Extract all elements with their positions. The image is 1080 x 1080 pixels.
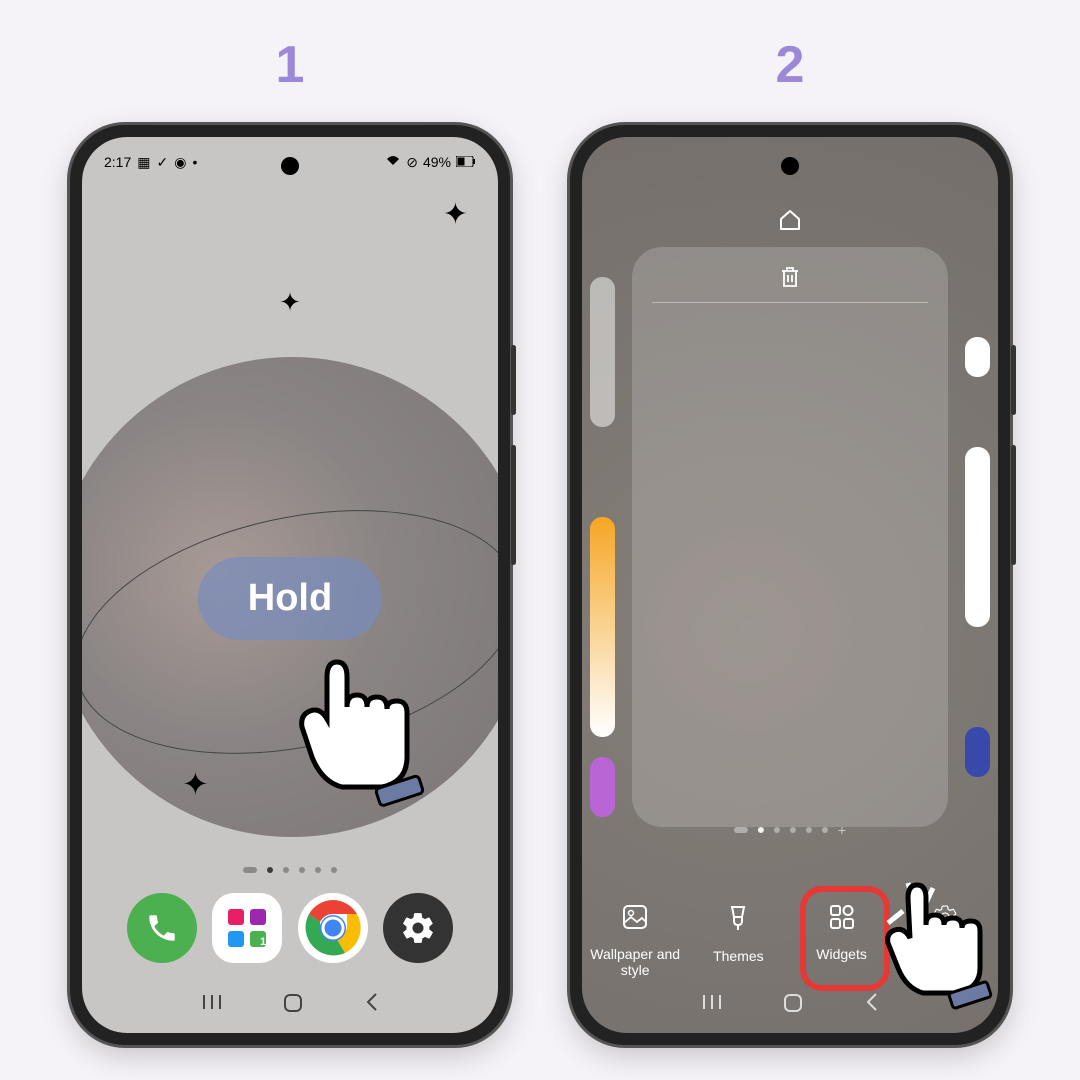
sparkle-icon: ✦ bbox=[443, 197, 468, 232]
themes-label: Themes bbox=[713, 948, 764, 964]
picture-icon bbox=[621, 903, 649, 938]
dot bbox=[790, 827, 796, 833]
themes-button[interactable]: Themes bbox=[688, 903, 788, 978]
phone-frame-2: + Wallpaper and style Themes bbox=[570, 125, 1010, 1045]
edit-home-screen[interactable]: + Wallpaper and style Themes bbox=[582, 137, 998, 1033]
dot bbox=[315, 867, 321, 873]
settings-app-icon[interactable] bbox=[383, 893, 453, 963]
camera-hole bbox=[281, 157, 299, 175]
side-button bbox=[1011, 445, 1016, 565]
step-number-2: 2 bbox=[776, 35, 805, 95]
chrome-app-icon[interactable] bbox=[298, 893, 368, 963]
dot bbox=[734, 827, 748, 833]
phone-frame-1: 2:17 ▦ ✓ ◉ • ⊘ 49% bbox=[70, 125, 510, 1045]
no-signal-icon: ⊘ bbox=[406, 154, 418, 171]
dot bbox=[331, 867, 337, 873]
home-button[interactable] bbox=[781, 991, 805, 1021]
back-button[interactable] bbox=[364, 991, 380, 1021]
side-button bbox=[511, 345, 516, 415]
add-page-icon[interactable]: + bbox=[838, 822, 846, 838]
page-preview-right[interactable] bbox=[965, 447, 990, 627]
dock: 15 bbox=[82, 893, 498, 963]
page-preview-left[interactable] bbox=[590, 517, 615, 737]
trash-icon[interactable] bbox=[779, 265, 801, 295]
dot bbox=[299, 867, 305, 873]
target-icon: ◉ bbox=[174, 154, 186, 171]
brush-icon bbox=[724, 903, 752, 940]
more-icon: • bbox=[192, 154, 197, 170]
divider bbox=[652, 302, 928, 303]
battery-icon bbox=[456, 154, 476, 170]
page-preview-right[interactable] bbox=[965, 337, 990, 377]
current-page-preview[interactable] bbox=[632, 247, 948, 827]
side-button bbox=[1011, 345, 1016, 415]
recents-button[interactable] bbox=[701, 991, 723, 1021]
page-preview-left[interactable] bbox=[590, 757, 615, 817]
home-screen[interactable]: 2:17 ▦ ✓ ◉ • ⊘ 49% bbox=[82, 137, 498, 1033]
page-preview-left[interactable] bbox=[590, 277, 615, 427]
wallpaper-label: Wallpaper and style bbox=[585, 946, 685, 978]
apps-grid-icon[interactable]: 15 bbox=[212, 893, 282, 963]
page-indicator bbox=[243, 867, 337, 873]
svg-text:15: 15 bbox=[260, 936, 272, 948]
dot bbox=[243, 867, 257, 873]
phone-app-icon[interactable] bbox=[127, 893, 197, 963]
dot bbox=[283, 867, 289, 873]
check-icon: ✓ bbox=[156, 154, 168, 171]
wifi-icon bbox=[385, 154, 401, 170]
step-number-1: 1 bbox=[276, 35, 305, 95]
dot bbox=[758, 827, 764, 833]
wallpaper-button[interactable]: Wallpaper and style bbox=[585, 903, 685, 978]
step-1: 1 2:17 ▦ ✓ ◉ • ⊘ 49% bbox=[70, 35, 510, 1045]
home-button[interactable] bbox=[281, 991, 305, 1021]
recents-button[interactable] bbox=[201, 991, 223, 1021]
sparkle-icon: ✦ bbox=[279, 287, 301, 318]
page-preview-right[interactable] bbox=[965, 727, 990, 777]
page-indicator: + bbox=[734, 822, 846, 838]
dot bbox=[267, 867, 273, 873]
sparkle-icon: ✦ bbox=[182, 765, 209, 803]
dot bbox=[806, 827, 812, 833]
picture-icon: ▦ bbox=[137, 154, 150, 171]
status-time: 2:17 bbox=[104, 154, 131, 170]
dot bbox=[822, 827, 828, 833]
default-home-icon[interactable] bbox=[777, 207, 803, 238]
hand-cursor-icon bbox=[282, 617, 452, 822]
battery-text: 49% bbox=[423, 154, 451, 170]
camera-hole bbox=[781, 157, 799, 175]
hand-cursor-icon bbox=[868, 853, 998, 1018]
step-2: 2 bbox=[570, 35, 1010, 1045]
side-button bbox=[511, 445, 516, 565]
dot bbox=[774, 827, 780, 833]
hold-label: Hold bbox=[248, 577, 332, 619]
nav-bar bbox=[82, 991, 498, 1021]
